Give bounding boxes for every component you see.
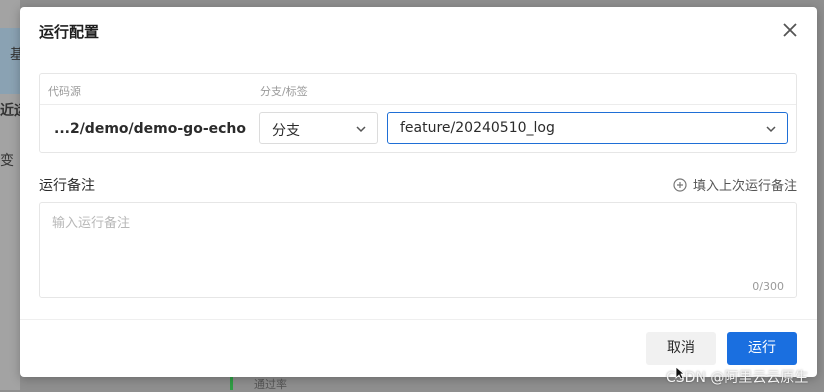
ref-type-select[interactable]: 分支 — [259, 112, 378, 144]
branch-value: feature/20240510_log — [400, 120, 555, 136]
cancel-button[interactable]: 取消 — [646, 332, 716, 365]
note-label: 运行备注 — [39, 178, 95, 194]
mouse-cursor-icon — [675, 366, 685, 380]
chevron-down-icon — [356, 126, 366, 133]
repo-path: ...2/demo/demo-go-echo — [54, 121, 247, 137]
char-counter: 0/300 — [752, 280, 784, 293]
header-source: 代码源 — [48, 85, 81, 98]
fill-last-note-button[interactable]: 填入上次运行备注 — [673, 175, 797, 194]
footer-divider — [20, 319, 817, 320]
plus-circle-icon — [673, 177, 687, 192]
table-header: 代码源 分支/标签 — [40, 74, 796, 105]
fill-last-note-label: 填入上次运行备注 — [692, 179, 797, 194]
background-tile: 近运 — [0, 103, 20, 119]
run-button[interactable]: 运行 — [727, 332, 797, 365]
run-config-dialog: 运行配置 代码源 分支/标签 ...2/demo/demo-go-echo 分支… — [20, 7, 817, 377]
note-textarea[interactable]: 输入运行备注 0/300 — [39, 202, 797, 298]
watermark: CSDN @阿里云云原生 — [666, 370, 809, 386]
chevron-down-icon — [766, 126, 776, 133]
background-tile: 基 — [0, 28, 20, 94]
background-tile: 变 — [0, 153, 14, 169]
dialog-title: 运行配置 — [39, 23, 100, 41]
note-placeholder: 输入运行备注 — [52, 216, 131, 231]
branch-select[interactable]: feature/20240510_log — [387, 112, 788, 144]
source-config-table: 代码源 分支/标签 ...2/demo/demo-go-echo 分支 feat… — [39, 73, 797, 153]
header-branch: 分支/标签 — [260, 85, 308, 98]
close-icon[interactable] — [779, 19, 801, 41]
ref-type-value: 分支 — [272, 123, 300, 139]
